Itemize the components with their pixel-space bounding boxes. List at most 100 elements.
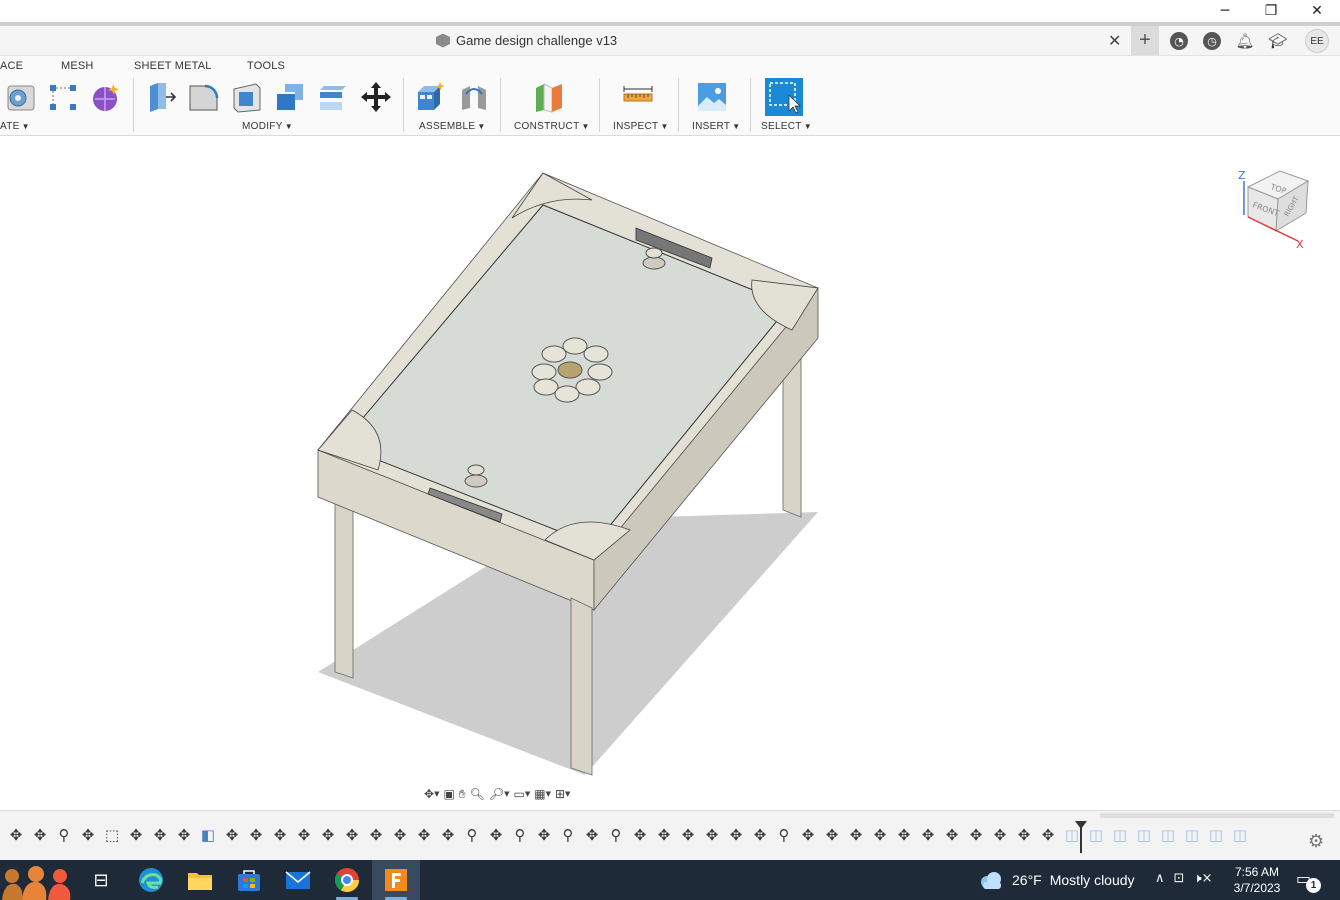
orbit-icon[interactable]: ✥ ▼ <box>424 784 439 804</box>
timeline-suppressed-feature-icon[interactable]: ◫ <box>1228 825 1252 845</box>
restore-button[interactable]: ❐ <box>1248 0 1294 22</box>
learn-icon[interactable]: 🎓︎ <box>1268 32 1287 50</box>
timeline-scrollbar[interactable] <box>1100 813 1334 818</box>
display-settings-icon[interactable]: ▭ ▼ <box>514 784 531 804</box>
timeline-move-icon[interactable]: ✥ <box>988 825 1012 845</box>
timeline-move-icon[interactable]: ✥ <box>412 825 436 845</box>
insert-image-icon[interactable] <box>695 80 729 114</box>
timeline-joint-icon[interactable]: ⚲ <box>460 825 484 845</box>
group-insert[interactable]: INSERT ▼ <box>692 121 741 132</box>
timeline-move-icon[interactable]: ✥ <box>436 825 460 845</box>
timeline-move-icon[interactable]: ✥ <box>796 825 820 845</box>
close-tab-button[interactable]: ✕ <box>1108 31 1121 50</box>
viewcube[interactable]: TOP FRONT RIGHT Z X <box>1236 159 1316 249</box>
close-window-button[interactable]: ✕ <box>1294 0 1340 22</box>
timeline-move-icon[interactable]: ✥ <box>76 825 100 845</box>
timeline-suppressed-feature-icon[interactable]: ◫ <box>1180 825 1204 845</box>
notifications-icon[interactable]: 🔔︎ <box>1235 32 1254 50</box>
file-explorer-icon[interactable] <box>185 865 215 895</box>
mail-icon[interactable] <box>283 865 313 895</box>
timeline-move-icon[interactable]: ✥ <box>628 825 652 845</box>
timeline-move-icon[interactable]: ✥ <box>1036 825 1060 845</box>
edge-browser-icon[interactable] <box>136 865 166 895</box>
job-status-icon[interactable]: ◔ <box>1170 32 1188 50</box>
people-widget-icon[interactable] <box>2 862 74 900</box>
timeline-move-icon[interactable]: ◧ <box>196 825 220 845</box>
weather-widget[interactable]: 26°F Mostly cloudy <box>978 870 1135 890</box>
tab-tools[interactable]: TOOLS <box>247 60 285 72</box>
timeline-move-icon[interactable]: ✥ <box>388 825 412 845</box>
timeline-move-icon[interactable]: ✥ <box>244 825 268 845</box>
timeline-joint-icon[interactable]: ⚲ <box>556 825 580 845</box>
press-pull-icon[interactable] <box>144 80 178 114</box>
system-clock[interactable]: 7:56 AM 3/7/2023 <box>1226 864 1288 896</box>
timeline-move-icon[interactable]: ✥ <box>124 825 148 845</box>
group-inspect[interactable]: INSPECT ▼ <box>613 121 669 132</box>
joint-icon[interactable] <box>457 80 491 114</box>
timeline-move-icon[interactable]: ✥ <box>964 825 988 845</box>
timeline-suppressed-feature-icon[interactable]: ◫ <box>1108 825 1132 845</box>
pan-icon[interactable]: ✋︎ <box>459 784 466 804</box>
timeline-move-icon[interactable]: ✥ <box>652 825 676 845</box>
shell-icon[interactable] <box>230 80 264 114</box>
timeline-sketch-icon[interactable]: ⬚ <box>100 825 124 845</box>
new-tab-button[interactable]: + <box>1131 26 1159 55</box>
timeline-move-icon[interactable]: ✥ <box>172 825 196 845</box>
volume-muted-icon[interactable]: 🕨︎× <box>1193 871 1212 886</box>
timeline-move-icon[interactable]: ✥ <box>748 825 772 845</box>
timeline-move-icon[interactable]: ✥ <box>1012 825 1036 845</box>
timeline-suppressed-feature-icon[interactable]: ◫ <box>1132 825 1156 845</box>
show-hidden-icons-icon[interactable]: ∧ <box>1155 871 1165 886</box>
timeline-move-icon[interactable]: ✥ <box>868 825 892 845</box>
timeline-suppressed-feature-icon[interactable]: ◫ <box>1204 825 1228 845</box>
tab-mesh[interactable]: MESH <box>61 60 94 72</box>
combine-icon[interactable] <box>273 80 307 114</box>
timeline-move-icon[interactable]: ✥ <box>724 825 748 845</box>
timeline-marker[interactable] <box>1075 821 1087 853</box>
timeline-settings-icon[interactable]: ⚙ <box>1308 831 1324 852</box>
grid-settings-icon[interactable]: ▦ ▼ <box>534 784 551 804</box>
document-tab[interactable]: Game design challenge v13 <box>436 33 617 48</box>
tab-sheet-metal[interactable]: SHEET METAL <box>134 60 212 72</box>
measure-icon[interactable] <box>621 80 655 114</box>
timeline-move-icon[interactable]: ✥ <box>676 825 700 845</box>
timeline-move-icon[interactable]: ✥ <box>940 825 964 845</box>
group-select[interactable]: SELECT ▼ <box>761 121 812 132</box>
look-at-icon[interactable]: ▣ <box>443 784 454 804</box>
new-component-icon[interactable] <box>414 80 448 114</box>
timeline-suppressed-feature-icon[interactable]: ◫ <box>1156 825 1180 845</box>
timeline-move-icon[interactable]: ✥ <box>28 825 52 845</box>
pattern-icon[interactable] <box>46 80 80 114</box>
3d-viewport[interactable]: TOP FRONT RIGHT Z X <box>0 137 1340 810</box>
timeline-move-icon[interactable]: ✥ <box>292 825 316 845</box>
timeline-move-icon[interactable]: ✥ <box>268 825 292 845</box>
timeline-move-icon[interactable]: ✥ <box>220 825 244 845</box>
timeline-move-icon[interactable]: ✥ <box>700 825 724 845</box>
fusion-360-icon[interactable] <box>381 865 411 895</box>
group-assemble[interactable]: ASSEMBLE ▼ <box>419 121 486 132</box>
revolve-icon[interactable] <box>4 80 38 114</box>
timeline-move-icon[interactable]: ✥ <box>484 825 508 845</box>
user-avatar[interactable]: EE <box>1305 29 1329 53</box>
select-icon[interactable] <box>765 78 803 116</box>
timeline-move-icon[interactable]: ✥ <box>892 825 916 845</box>
timeline-joint-icon[interactable]: ⚲ <box>508 825 532 845</box>
move-icon[interactable] <box>359 80 393 114</box>
offset-face-icon[interactable] <box>316 80 350 114</box>
timeline-move-icon[interactable]: ✥ <box>340 825 364 845</box>
store-icon[interactable] <box>234 865 264 895</box>
zoom-window-icon[interactable]: 🔎︎ ▼ <box>489 784 510 804</box>
timeline-move-icon[interactable]: ✥ <box>364 825 388 845</box>
chrome-icon[interactable] <box>332 865 362 895</box>
timeline-move-icon[interactable]: ✥ <box>580 825 604 845</box>
task-view-icon[interactable]: ⊟ <box>86 865 116 895</box>
network-icon[interactable]: ⊡ <box>1174 871 1185 886</box>
offset-plane-icon[interactable] <box>532 80 566 114</box>
viewports-icon[interactable]: ⊞ ▼ <box>555 784 570 804</box>
fillet-icon[interactable] <box>187 80 221 114</box>
timeline-joint-icon[interactable]: ⚲ <box>52 825 76 845</box>
timeline-move-icon[interactable]: ✥ <box>820 825 844 845</box>
timeline-move-icon[interactable]: ✥ <box>916 825 940 845</box>
timeline-move-icon[interactable]: ✥ <box>844 825 868 845</box>
tab-surface[interactable]: ACE <box>0 60 23 72</box>
